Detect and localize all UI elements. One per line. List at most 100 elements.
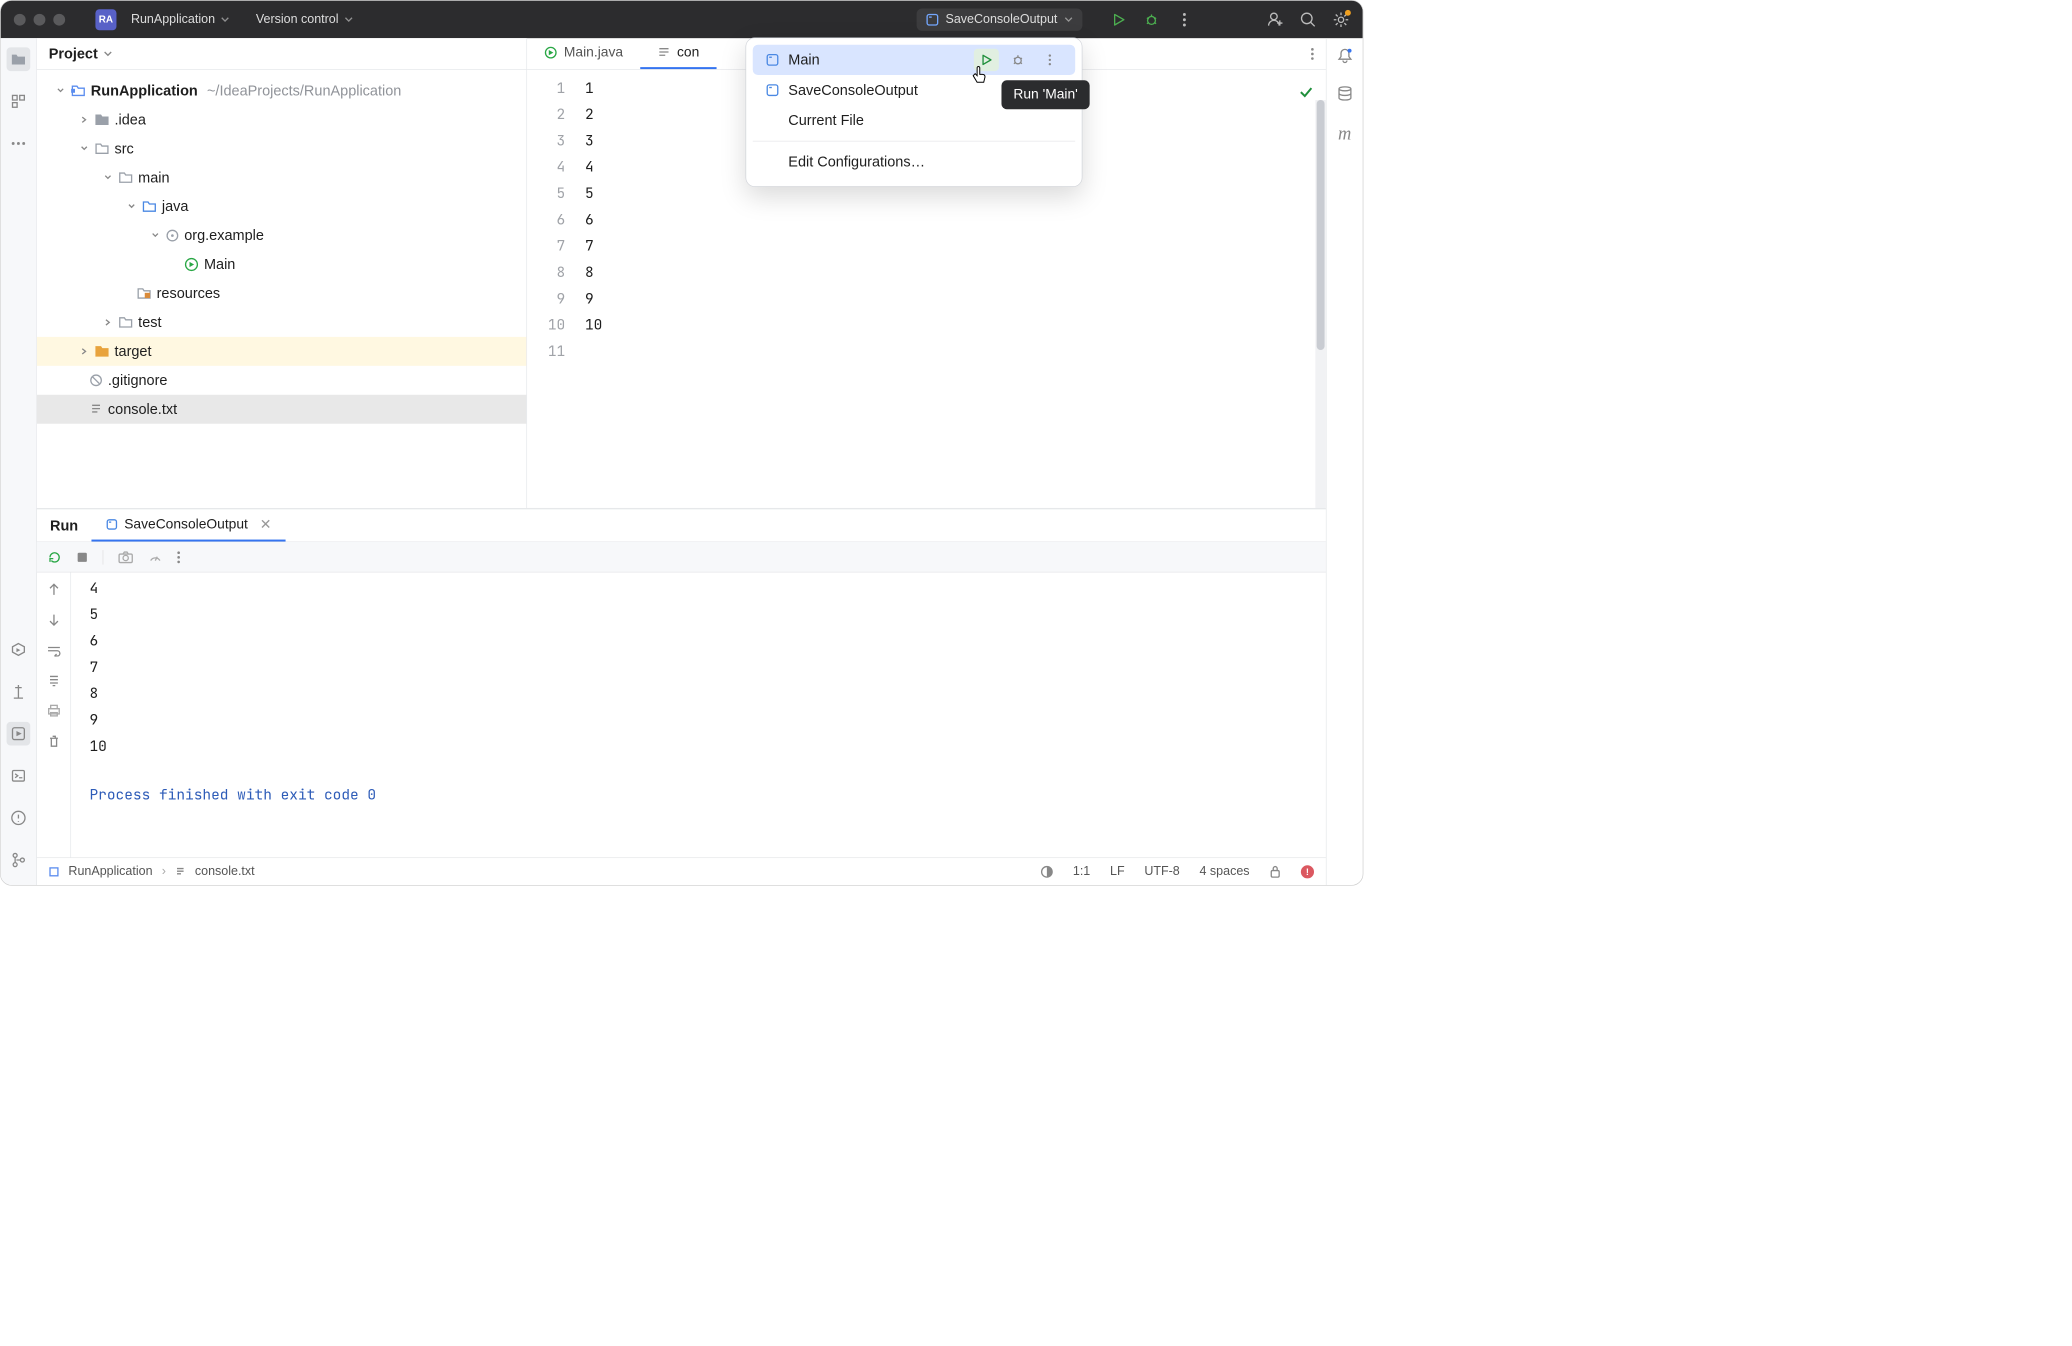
run-config-popup: Main SaveConsoleOutput C [746, 38, 1083, 187]
popup-item-current-file[interactable]: Current File [753, 105, 1075, 135]
window-controls[interactable] [14, 13, 65, 25]
folder-icon [95, 114, 109, 126]
line-separator[interactable]: LF [1110, 864, 1125, 878]
folder-icon [118, 172, 132, 184]
project-tree[interactable]: RunApplication ~/IdeaProjects/RunApplica… [37, 70, 527, 508]
chevron-down-icon [220, 15, 229, 24]
text-file-icon [89, 403, 102, 416]
tree-node-target[interactable]: target [37, 337, 527, 366]
text-file-icon [657, 46, 670, 59]
error-indicator-icon[interactable]: ! [1301, 865, 1314, 878]
scroll-to-end-icon[interactable] [47, 674, 60, 687]
more-tools-icon[interactable] [7, 132, 31, 156]
scroll-up-icon[interactable] [48, 582, 60, 596]
notifications-icon[interactable] [1337, 47, 1353, 64]
more-icon[interactable] [1176, 11, 1193, 28]
app-icon [766, 53, 779, 66]
build-tool-icon[interactable] [7, 680, 31, 704]
breadcrumb-root-icon [49, 866, 60, 877]
project-badge: RA [95, 9, 116, 30]
run-tool-window: Run SaveConsoleOutput ✕ [37, 509, 1326, 858]
project-name-dropdown[interactable]: RunApplication [131, 12, 230, 26]
run-config-selector[interactable]: SaveConsoleOutput [917, 8, 1083, 30]
editor-scrollbar[interactable] [1315, 100, 1326, 508]
settings-icon[interactable] [1332, 11, 1349, 28]
tree-node-java[interactable]: java [37, 192, 527, 221]
toolbar-more-icon[interactable] [177, 550, 180, 563]
tree-node-console[interactable]: console.txt [37, 395, 527, 424]
ignore-file-icon [89, 374, 102, 387]
breadcrumb-root[interactable]: RunApplication [68, 864, 152, 878]
editor-panel: Main.java con 1 2 3 [527, 38, 1326, 508]
structure-tool-icon[interactable] [7, 89, 31, 113]
app-icon [766, 84, 779, 97]
tree-node-package[interactable]: org.example [37, 221, 527, 250]
title-bar: RA RunApplication Version control SaveCo… [1, 1, 1363, 39]
problems-tool-icon[interactable] [7, 806, 31, 830]
editor-tab-console[interactable]: con [640, 38, 716, 69]
stop-button[interactable] [76, 551, 88, 563]
tree-root[interactable]: RunApplication ~/IdeaProjects/RunApplica… [37, 76, 527, 105]
resources-folder-icon [137, 288, 151, 300]
text-file-icon [175, 866, 186, 877]
indent-setting[interactable]: 4 spaces [1200, 864, 1250, 878]
collab-icon[interactable] [1267, 11, 1284, 28]
run-tool-label[interactable]: Run [37, 509, 91, 541]
screenshot-button[interactable] [118, 550, 134, 563]
run-config-label: SaveConsoleOutput [946, 12, 1058, 26]
run-tool-icon[interactable] [7, 722, 31, 746]
editor-gutter: 1 2 3 4 5 6 7 8 9 10 11 [527, 70, 573, 508]
tree-node-resources[interactable]: resources [37, 279, 527, 308]
readonly-lock-icon[interactable] [1269, 865, 1281, 878]
folder-icon [118, 316, 132, 328]
popup-item-edit-config[interactable]: Edit Configurations… [753, 147, 1075, 177]
popup-debug-button[interactable] [1005, 49, 1030, 71]
file-encoding[interactable]: UTF-8 [1144, 864, 1179, 878]
left-tool-rail [1, 38, 37, 885]
tree-node-idea[interactable]: .idea [37, 105, 527, 134]
terminal-tool-icon[interactable] [7, 764, 31, 788]
vcs-dropdown[interactable]: Version control [256, 12, 353, 26]
breadcrumb-file[interactable]: console.txt [195, 864, 255, 878]
vcs-label: Version control [256, 12, 339, 26]
project-panel-header[interactable]: Project [37, 38, 527, 70]
clear-icon[interactable] [47, 734, 60, 748]
tree-node-src[interactable]: src [37, 134, 527, 163]
run-button[interactable] [1110, 11, 1127, 28]
tree-node-gitignore[interactable]: .gitignore [37, 366, 527, 395]
search-icon[interactable] [1300, 11, 1317, 28]
popup-more-icon[interactable] [1037, 49, 1062, 71]
database-icon[interactable] [1337, 86, 1353, 103]
status-bar: RunApplication › console.txt 1:1 LF UTF-… [37, 857, 1326, 885]
profiler-button[interactable] [148, 550, 162, 564]
popup-item-main[interactable]: Main [753, 45, 1075, 75]
source-folder-icon [142, 201, 156, 213]
project-tool-icon[interactable] [7, 47, 31, 71]
popup-run-button[interactable] [974, 49, 999, 71]
cursor-position[interactable]: 1:1 [1073, 864, 1090, 878]
chevron-down-icon [1064, 15, 1073, 24]
project-header-label: Project [49, 45, 98, 62]
rerun-button[interactable] [47, 550, 61, 564]
folder-icon [95, 143, 109, 155]
run-output[interactable]: 4 5 6 7 8 9 10 Process finished with exi… [71, 572, 1326, 857]
tree-node-main[interactable]: main [37, 163, 527, 192]
scroll-down-icon[interactable] [48, 613, 60, 627]
editor-tab-main[interactable]: Main.java [527, 38, 640, 69]
print-icon[interactable] [46, 704, 60, 717]
run-tool-tab[interactable]: SaveConsoleOutput ✕ [91, 509, 285, 541]
soft-wrap-icon[interactable] [46, 645, 60, 657]
exit-message: Process finished with exit code 0 [89, 782, 1307, 808]
tree-node-main-class[interactable]: Main [37, 250, 527, 279]
class-runnable-icon [544, 46, 557, 59]
close-tab-icon[interactable]: ✕ [260, 516, 272, 532]
chevron-down-icon [103, 49, 112, 58]
inspection-ok-icon[interactable] [1298, 84, 1314, 100]
class-runnable-icon [184, 257, 198, 271]
debug-button[interactable] [1143, 11, 1160, 28]
theme-toggle-icon[interactable] [1040, 865, 1053, 878]
services-tool-icon[interactable] [7, 638, 31, 662]
tree-node-test[interactable]: test [37, 308, 527, 337]
maven-icon[interactable]: m [1338, 124, 1351, 145]
vcs-tool-icon[interactable] [7, 848, 31, 872]
